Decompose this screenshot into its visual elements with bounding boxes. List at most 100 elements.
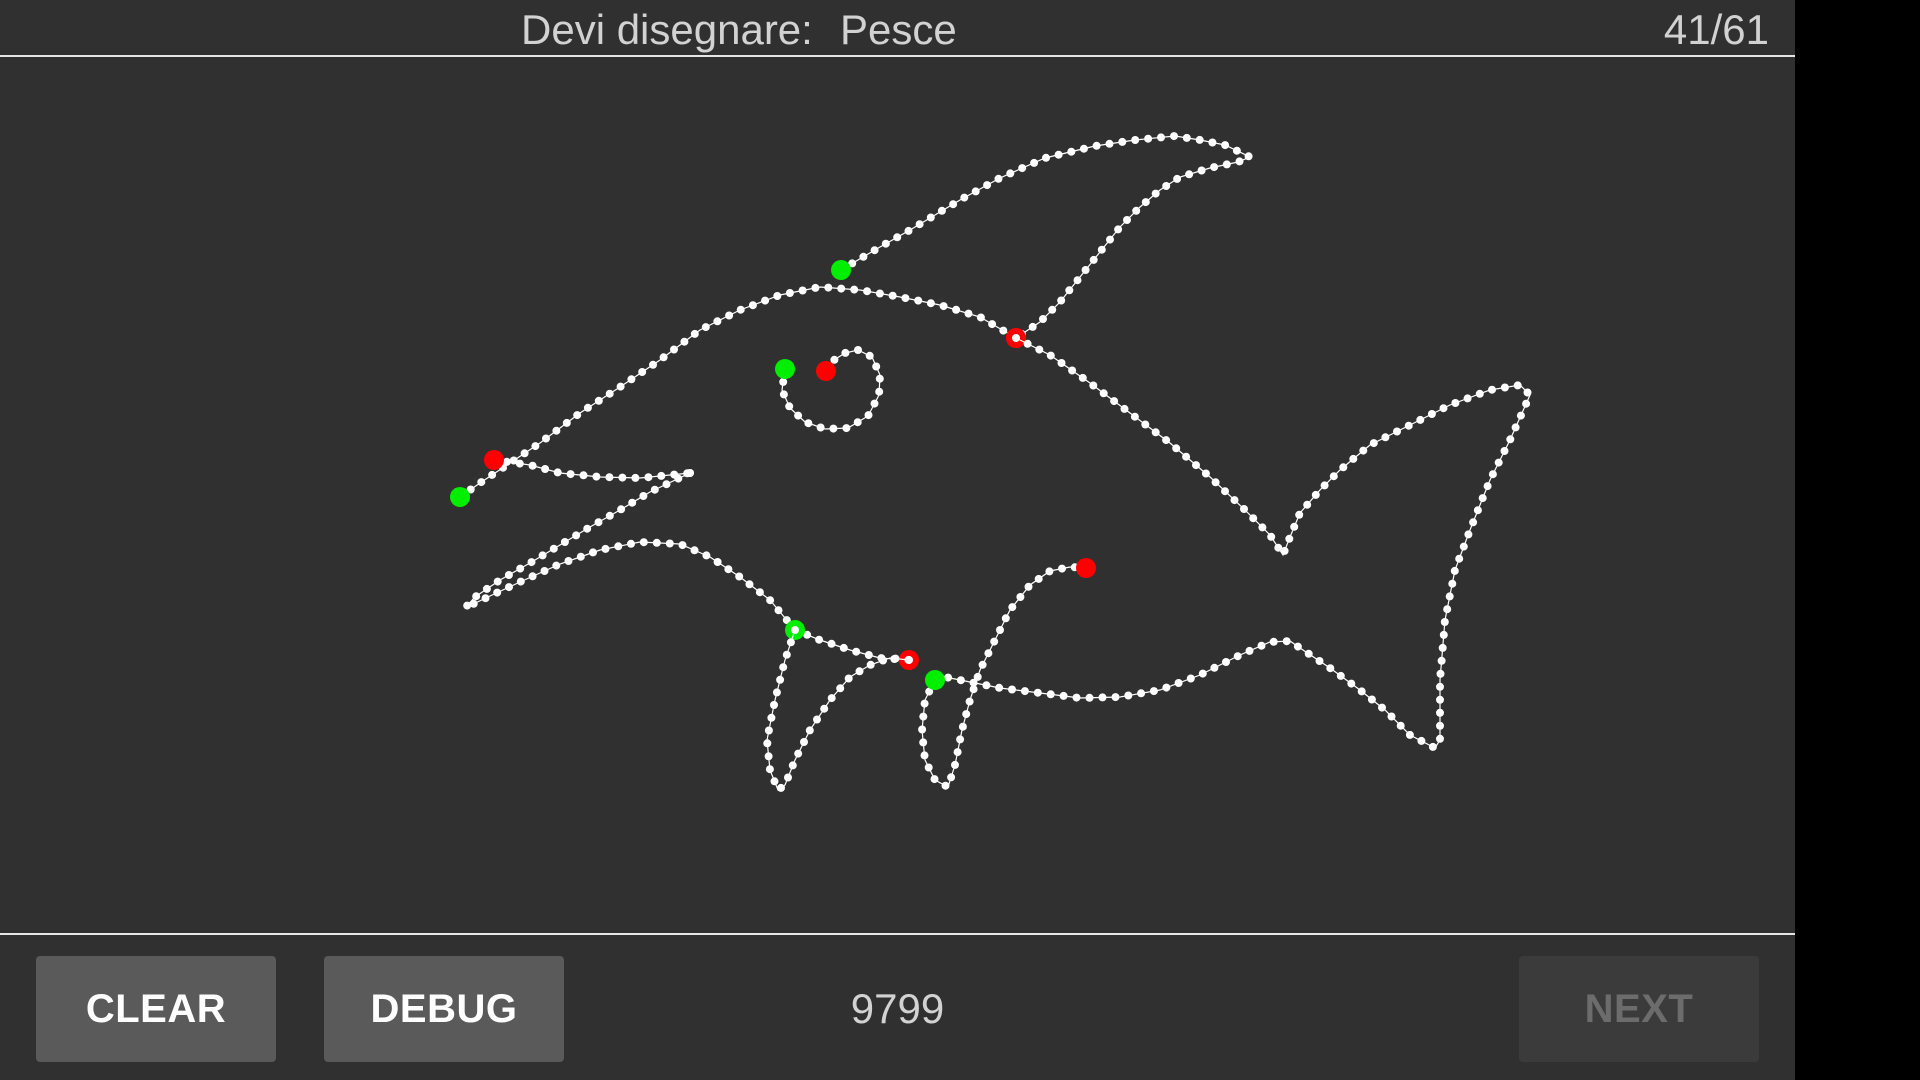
score-value: 9799: [850, 985, 945, 1032]
stroke-point: [837, 284, 846, 293]
stroke-point: [1054, 150, 1063, 159]
stroke-point: [1440, 618, 1449, 626]
stroke-point: [854, 346, 862, 354]
stroke-point: [1329, 472, 1338, 481]
stroke-point: [794, 749, 803, 758]
stroke-point: [1387, 712, 1396, 721]
stroke-point: [1170, 132, 1178, 141]
debug-button[interactable]: DEBUG: [324, 956, 564, 1062]
stroke-point: [763, 739, 772, 748]
stroke-point: [1439, 630, 1448, 639]
stroke-point: [1233, 652, 1242, 661]
stroke-point: [1235, 157, 1244, 166]
stroke-end-marker: [816, 361, 836, 381]
stroke-point: [1111, 693, 1120, 702]
stroke-point: [1221, 487, 1229, 496]
stroke-point: [1349, 454, 1358, 463]
stroke-point: [1369, 439, 1378, 448]
stroke-point: [996, 626, 1004, 634]
stroke-point: [1339, 463, 1348, 472]
stroke-point: [1105, 139, 1114, 148]
stroke-point: [870, 399, 879, 408]
stroke-point: [1222, 160, 1231, 169]
stroke-point: [804, 419, 813, 428]
stroke-point: [1057, 359, 1066, 367]
stroke-point: [1081, 266, 1090, 274]
stroke-point: [1024, 582, 1033, 591]
stroke-point: [779, 390, 788, 399]
stroke-point: [493, 588, 502, 597]
footer-bar: CLEAR DEBUG 9799 NEXT: [0, 933, 1795, 1080]
stroke-point: [766, 596, 775, 605]
clear-button[interactable]: CLEAR: [36, 956, 276, 1062]
stroke-point: [844, 674, 853, 683]
stroke-point: [937, 206, 946, 215]
stroke-point: [1123, 216, 1131, 224]
stroke-point: [1078, 373, 1087, 382]
stroke-point: [1057, 296, 1066, 305]
stroke-point: [1068, 366, 1077, 375]
stroke-point: [1185, 170, 1194, 179]
stroke-point: [919, 738, 928, 747]
stroke-point: [999, 326, 1008, 335]
stroke-point: [816, 423, 825, 432]
stroke-point: [976, 313, 985, 322]
stroke-point: [1172, 444, 1181, 453]
stroke-point: [879, 656, 887, 665]
stroke-point: [627, 539, 635, 548]
stroke-point: [690, 546, 699, 555]
stroke-line: [464, 472, 796, 631]
stroke-point: [725, 311, 734, 320]
stroke-point: [735, 572, 744, 581]
stroke-point: [958, 722, 967, 731]
stroke-point: [982, 681, 991, 690]
stroke-point: [482, 584, 491, 593]
progress-counter: 41/61: [1663, 6, 1769, 53]
drawing-canvas[interactable]: [0, 59, 1795, 934]
stroke-point: [905, 656, 913, 664]
stroke-point: [839, 643, 848, 652]
stroke-point: [472, 592, 481, 601]
stroke-point: [662, 480, 671, 489]
stroke-point: [1488, 385, 1496, 394]
stroke-point: [1285, 534, 1294, 543]
stroke-point: [770, 701, 778, 709]
stroke-point: [1001, 614, 1010, 623]
stroke-point: [1130, 412, 1139, 421]
stroke-point: [773, 292, 782, 300]
stroke-point: [1198, 669, 1207, 678]
stroke-point: [601, 544, 610, 553]
stroke-point: [618, 473, 627, 482]
stroke-point: [1290, 522, 1299, 531]
stroke-point: [964, 309, 973, 318]
stroke-point: [901, 294, 910, 303]
stroke-point: [774, 606, 783, 615]
stroke-point: [875, 289, 884, 298]
prompt-label: Devi disegnare:: [521, 6, 813, 53]
stroke-point: [713, 558, 722, 566]
stroke-point: [748, 301, 757, 310]
stroke-point: [1046, 351, 1055, 360]
stroke-point: [965, 697, 974, 706]
stroke-point: [914, 296, 923, 305]
stroke-point: [528, 572, 537, 581]
stroke-point: [764, 726, 773, 735]
stroke-point: [956, 735, 965, 744]
stroke-point: [1182, 452, 1191, 461]
stroke-point: [1162, 436, 1171, 445]
stroke-point: [1511, 423, 1520, 432]
stroke-start-marker: [484, 450, 504, 470]
stroke-point: [649, 360, 657, 369]
stroke-point: [805, 726, 814, 735]
stroke-point: [1016, 593, 1025, 601]
stroke-point: [891, 654, 900, 663]
next-button[interactable]: NEXT: [1519, 956, 1759, 1062]
stroke-point: [1436, 682, 1444, 691]
stroke-point: [1012, 334, 1020, 342]
stroke-point: [888, 291, 897, 300]
stroke-point: [1488, 470, 1497, 479]
stroke-point: [564, 557, 573, 565]
stroke-point: [1506, 435, 1515, 444]
stroke-point: [572, 531, 581, 540]
stroke-point: [652, 538, 661, 547]
